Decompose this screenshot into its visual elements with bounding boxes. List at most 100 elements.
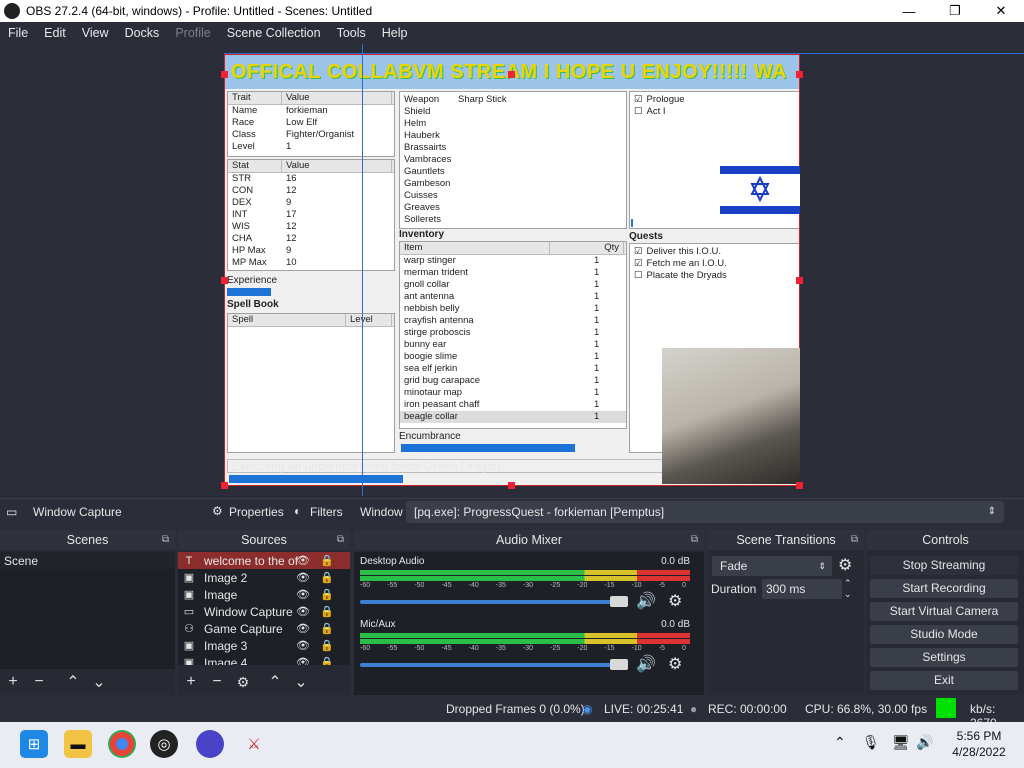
float-dock-icon[interactable]: ⧉ (691, 530, 698, 550)
duration-input[interactable]: 300 ms (762, 579, 842, 599)
lock-icon[interactable]: 🔒 (320, 554, 334, 567)
inventory-qty: 1 (594, 363, 600, 374)
eye-icon[interactable]: 👁 (296, 639, 310, 652)
file-explorer-icon[interactable]: ▬ (64, 730, 92, 758)
encumbrance-label: Encumbrance (399, 431, 461, 442)
chrome-icon[interactable] (108, 730, 136, 758)
windows-start-icon[interactable]: ⊞ (20, 730, 48, 758)
gear-icon[interactable]: ⚙ (838, 555, 852, 575)
eye-icon[interactable]: 👁 (296, 622, 310, 635)
filter-icon[interactable]: ◐ (294, 504, 301, 518)
float-dock-icon[interactable]: ⧉ (337, 530, 344, 550)
lock-icon[interactable]: 🔒 (320, 571, 334, 584)
table-row: iron peasant chaff 1 (400, 399, 626, 411)
source-item[interactable]: ▣ Image 👁 🔒 (178, 586, 350, 603)
eye-icon[interactable]: 👁 (296, 571, 310, 584)
menu-profile[interactable]: Profile (167, 26, 218, 40)
float-dock-icon[interactable]: ⧉ (851, 530, 858, 550)
speaker-icon[interactable]: 🔊 (636, 654, 656, 674)
traits-header-trait: Trait (228, 92, 282, 104)
stop-streaming-button[interactable]: Stop Streaming (870, 556, 1018, 575)
resize-handle[interactable] (221, 277, 228, 284)
network-icon[interactable]: 🖥 (892, 734, 910, 751)
source-item[interactable]: ▭ Window Capture 👁 🔒 (178, 603, 350, 620)
stat-cell: INT (232, 209, 248, 220)
resize-handle[interactable] (796, 482, 803, 489)
resize-handle[interactable] (508, 482, 515, 489)
menu-edit[interactable]: Edit (36, 26, 74, 40)
gear-icon[interactable]: ⚙ (212, 504, 223, 518)
menu-tools[interactable]: Tools (329, 26, 374, 40)
microphone-icon[interactable]: 🎙 (862, 734, 880, 751)
properties-button[interactable]: Properties (229, 505, 284, 519)
menu-file[interactable]: File (0, 26, 36, 40)
table-row: stirge proboscis 1 (400, 327, 626, 339)
volume-icon[interactable]: 🔊 (916, 734, 933, 751)
menu-scene-collection[interactable]: Scene Collection (219, 26, 329, 40)
resize-handle[interactable] (221, 71, 228, 78)
close-button[interactable]: ✕ (978, 0, 1024, 22)
slider-knob[interactable] (610, 659, 628, 670)
lock-icon[interactable]: 🔒 (320, 656, 334, 665)
menu-docks[interactable]: Docks (117, 26, 168, 40)
equipment-item (454, 106, 458, 118)
menu-help[interactable]: Help (374, 26, 416, 40)
remove-scene-button[interactable]: − (26, 673, 52, 691)
gear-icon[interactable]: ⚙ (668, 591, 682, 611)
exit-button[interactable]: Exit (870, 671, 1018, 690)
move-up-icon[interactable]: ⌃ (262, 672, 288, 692)
resize-handle[interactable] (221, 482, 228, 489)
eye-icon[interactable]: 👁 (296, 656, 310, 665)
speaker-icon[interactable]: 🔊 (636, 591, 656, 611)
start-virtual-camera-button[interactable]: Start Virtual Camera (870, 602, 1018, 621)
minimize-button[interactable]: — (886, 0, 932, 22)
equipment-item: Sharp Stick (458, 94, 507, 105)
transition-select[interactable]: Fade ⇕ (712, 556, 832, 576)
settings-button[interactable]: Settings (870, 648, 1018, 667)
progressquest-taskbar-icon[interactable]: ⚔ (240, 730, 268, 758)
equipment-slot: Helm (404, 118, 427, 129)
table-row: Hauberk (400, 130, 626, 142)
eye-icon[interactable]: 👁 (296, 588, 310, 601)
source-item[interactable]: ⚇ Game Capture 👁 🔒 (178, 620, 350, 637)
add-scene-button[interactable]: + (0, 673, 26, 691)
source-item[interactable]: ▣ Image 4 👁 🔒 (178, 654, 350, 666)
resize-handle[interactable] (508, 71, 515, 78)
filters-button[interactable]: Filters (310, 505, 343, 519)
add-source-button[interactable]: + (178, 673, 204, 691)
move-down-icon[interactable]: ⌄ (86, 672, 112, 692)
duration-stepper[interactable]: ⌃ ⌄ (844, 578, 852, 600)
eye-icon[interactable]: 👁 (296, 605, 310, 618)
lock-icon[interactable]: 🔒 (320, 605, 334, 618)
lock-icon[interactable]: 🔒 (320, 639, 334, 652)
status-line: Executing an undernourished foetal Green… (227, 459, 663, 473)
window-select[interactable]: [pq.exe]: ProgressQuest - forkieman [Pem… (406, 501, 1004, 523)
maximize-button[interactable]: ❐ (932, 0, 978, 22)
source-item[interactable]: ▣ Image 3 👁 🔒 (178, 637, 350, 654)
remove-source-button[interactable]: − (204, 673, 230, 691)
checkbox-icon: ☐ (634, 270, 643, 281)
chevron-up-icon[interactable]: ⌃ (834, 734, 846, 751)
scene-item[interactable]: Scene (0, 552, 175, 569)
move-up-icon[interactable]: ⌃ (60, 672, 86, 692)
game-taskbar-icon[interactable] (196, 730, 224, 758)
resize-handle[interactable] (796, 71, 803, 78)
lock-icon[interactable]: 🔒 (320, 588, 334, 601)
studio-mode-button[interactable]: Studio Mode (870, 625, 1018, 644)
menu-view[interactable]: View (74, 26, 117, 40)
source-item[interactable]: ▣ Image 2 👁 🔒 (178, 569, 350, 586)
volume-slider[interactable]: 🔊 ⚙ (360, 656, 690, 673)
resize-handle[interactable] (796, 277, 803, 284)
slider-knob[interactable] (610, 596, 628, 607)
gear-icon[interactable]: ⚙ (230, 674, 256, 691)
obs-taskbar-icon[interactable]: ◎ (150, 730, 178, 758)
lock-icon[interactable]: 🔒 (320, 622, 334, 635)
eye-icon[interactable]: 👁 (296, 554, 310, 567)
float-dock-icon[interactable]: ⧉ (162, 530, 169, 550)
gear-icon[interactable]: ⚙ (668, 654, 682, 674)
move-down-icon[interactable]: ⌄ (288, 672, 314, 692)
clock[interactable]: 5:56 PM 4/28/2022 (944, 728, 1014, 760)
start-recording-button[interactable]: Start Recording (870, 579, 1018, 598)
source-item[interactable]: Twelcome to the of 👁 🔒 (178, 552, 350, 569)
volume-slider[interactable]: 🔊 ⚙ (360, 593, 690, 610)
